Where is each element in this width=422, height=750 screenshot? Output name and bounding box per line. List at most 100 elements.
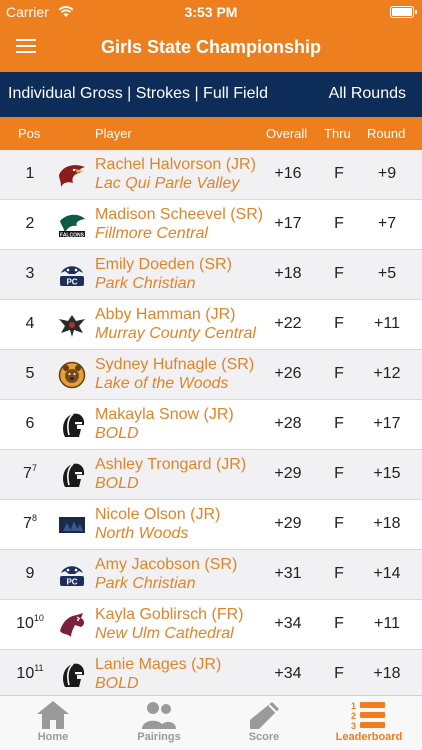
overall-score: +34 [274, 665, 302, 682]
thru-status: F [334, 415, 344, 432]
status-bar: Carrier 3:53 PM [0, 0, 422, 24]
thru-status: F [334, 665, 344, 682]
nav-bar: Girls State Championship [0, 24, 422, 72]
leaderboard-row[interactable]: 6 Makayla Snow (JR) BOLD +28 F +17 [0, 400, 422, 450]
rebels-logo [57, 311, 87, 339]
tab-score[interactable]: Score [212, 696, 316, 750]
pencil-icon [250, 702, 279, 729]
tab-home-label: Home [37, 731, 69, 743]
round-score: +11 [374, 615, 400, 632]
svg-text:PC: PC [66, 578, 77, 587]
thru-status: F [334, 315, 344, 332]
home-icon [37, 701, 69, 729]
school-name[interactable]: BOLD [95, 475, 139, 493]
school-name[interactable]: BOLD [95, 425, 139, 443]
round-score: +15 [373, 465, 401, 482]
player-name[interactable]: Emily Doeden (SR) [95, 256, 232, 274]
player-name[interactable]: Ashley Trongard (JR) [95, 456, 246, 474]
position: 2 [25, 215, 35, 232]
position: 1010 [16, 613, 44, 632]
leaderboard-row[interactable]: 1010 Kayla Goblirsch (FR) New Ulm Cathedra… [0, 600, 422, 650]
school-name[interactable]: North Woods [95, 525, 188, 543]
round-score: +17 [373, 415, 401, 432]
leaderboard-row[interactable]: 1011 Lanie Mages (JR) BOLD +34 F +18 [0, 650, 422, 695]
leaderboard-row[interactable]: 3 PC Emily Doeden (SR) Park Christian +18 F +5 [0, 250, 422, 300]
column-headers: Pos Player Overall Thru Round [0, 117, 422, 150]
overall-score: +31 [274, 565, 302, 582]
leaderboard-row[interactable]: 2 FALCONS Madison Scheevel (SR) Fillmore Ce… [0, 200, 422, 250]
header-round: Round [367, 126, 406, 141]
school-name[interactable]: Park Christian [95, 275, 195, 293]
school-name[interactable]: BOLD [95, 675, 139, 693]
school-name[interactable]: New Ulm Cathedral [95, 625, 234, 643]
player-name[interactable]: Nicole Olson (JR) [95, 506, 220, 524]
overall-score: +34 [274, 615, 302, 632]
round-score: +9 [377, 165, 397, 182]
header-thru: Thru [324, 126, 351, 141]
leaderboard-row[interactable]: 77 Ashley Trongard (JR) BOLD +29 F +15 [0, 450, 422, 500]
northwoods-logo [57, 511, 87, 539]
school-name[interactable]: Murray County Central [95, 325, 256, 343]
tab-leaderboard[interactable]: 1 2 3 Leaderboard [316, 696, 422, 750]
tab-home[interactable]: Home [0, 696, 106, 750]
tab-pairings-label: Pairings [137, 731, 181, 743]
position: 3 [25, 265, 35, 282]
leaderboard-row[interactable]: 4 Abby Hamman (JR) Murray County Central +2… [0, 300, 422, 350]
thru-status: F [334, 515, 344, 532]
eagle-logo [57, 161, 87, 189]
tab-score-label: Score [248, 731, 280, 743]
round-score: +5 [377, 265, 397, 282]
thru-status: F [334, 215, 344, 232]
page-title: Girls State Championship [100, 37, 322, 57]
greyhounds-logo [57, 611, 87, 639]
player-name[interactable]: Abby Hamman (JR) [95, 306, 235, 324]
bears-logo [57, 361, 87, 389]
thru-status: F [334, 165, 344, 182]
leaderboard-list[interactable]: 1 Rachel Halvorson (JR) Lac Qui Parle Vall… [0, 150, 422, 695]
leaderboard-row[interactable]: 78 Nicole Olson (JR) North Woods +29 F +18 [0, 500, 422, 550]
header-pos: Pos [18, 126, 41, 141]
player-name[interactable]: Kayla Goblirsch (FR) [95, 606, 243, 624]
battery-icon [390, 6, 417, 18]
overall-score: +28 [274, 415, 302, 432]
leaderboard-row[interactable]: 1 Rachel Halvorson (JR) Lac Qui Parle Vall… [0, 150, 422, 200]
position: 6 [25, 415, 35, 432]
position: 9 [25, 565, 35, 582]
header-player: Player [95, 126, 132, 141]
tab-pairings[interactable]: Pairings [106, 696, 212, 750]
overall-score: +26 [274, 365, 302, 382]
player-name[interactable]: Sydney Hufnagle (SR) [95, 356, 254, 374]
position: 1 [25, 165, 35, 182]
warriors-logo [57, 411, 87, 439]
school-name[interactable]: Lac Qui Parle Valley [95, 175, 239, 193]
thru-status: F [334, 565, 344, 582]
svg-text:FALCONS: FALCONS [60, 232, 85, 238]
player-name[interactable]: Makayla Snow (JR) [95, 406, 234, 424]
school-name[interactable]: Fillmore Central [95, 225, 208, 243]
round-score: +12 [373, 365, 401, 382]
leaderboard-row[interactable]: 5 Sydney Hufnagle (SR) Lake of the Woods +2… [0, 350, 422, 400]
warriors-logo [57, 461, 87, 489]
falcons-logo: FALCONS [57, 211, 87, 239]
rounds-selector[interactable]: All Rounds [329, 85, 406, 103]
leaderboard-row[interactable]: 9 PC Amy Jacobson (SR) Park Christian +31 F +1… [0, 550, 422, 600]
round-score: +7 [377, 215, 397, 232]
player-name[interactable]: Lanie Mages (JR) [95, 656, 221, 674]
position: 78 [23, 513, 37, 532]
overall-score: +18 [274, 265, 302, 282]
scoring-filter[interactable]: Individual Gross | Strokes | Full Field [8, 85, 268, 103]
thru-status: F [334, 365, 344, 382]
player-name[interactable]: Rachel Halvorson (JR) [95, 156, 256, 174]
player-name[interactable]: Amy Jacobson (SR) [95, 556, 237, 574]
falcon-pc-logo: PC [57, 561, 87, 589]
round-score: +14 [373, 565, 401, 582]
thru-status: F [334, 265, 344, 282]
tab-bar: Home Pairings Score 1 2 3 Leaderboard [0, 695, 422, 750]
school-name[interactable]: Park Christian [95, 575, 195, 593]
warriors-logo [57, 661, 87, 689]
overall-score: +16 [274, 165, 302, 182]
svg-text:2: 2 [351, 711, 356, 721]
school-name[interactable]: Lake of the Woods [95, 375, 228, 393]
player-name[interactable]: Madison Scheevel (SR) [95, 206, 263, 224]
overall-score: +29 [274, 465, 302, 482]
